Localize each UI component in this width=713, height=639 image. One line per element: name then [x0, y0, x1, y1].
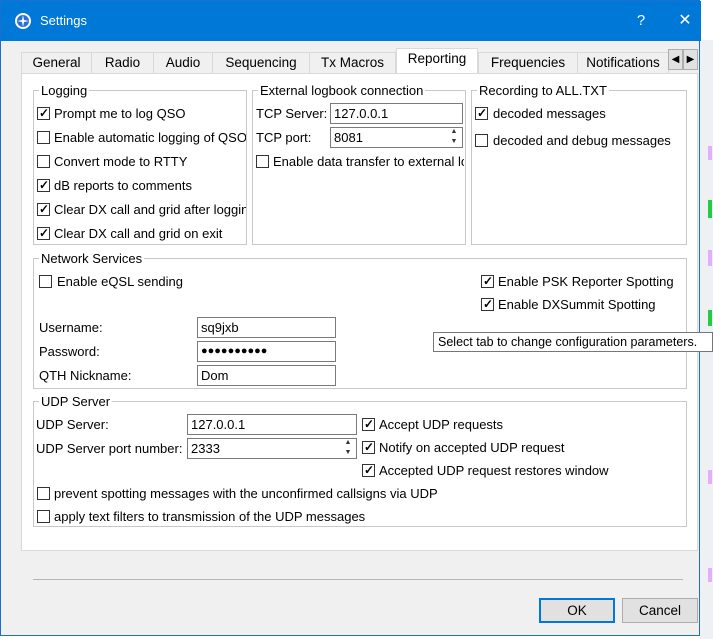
clear-dx-after-logging-label: Clear DX call and grid after logging: [54, 202, 246, 217]
background-mark: [708, 200, 712, 218]
tcp-port-label: TCP port:: [256, 130, 312, 145]
window-title: Settings: [40, 13, 87, 28]
password-label: Password:: [39, 344, 100, 359]
tcp-port-up-icon[interactable]: ▲: [446, 127, 462, 137]
udp-port-stepper[interactable]: ▲ ▼: [340, 438, 356, 459]
decoded-messages-checkbox[interactable]: ✓: [475, 106, 488, 120]
tab-notifications[interactable]: Notifications: [577, 52, 669, 73]
udp-server-input[interactable]: 127.0.0.1: [187, 414, 357, 435]
enable-data-transfer-label: Enable data transfer to external logbook: [273, 154, 464, 169]
username-input[interactable]: sq9jxb: [197, 317, 336, 338]
notify-udp-checkbox[interactable]: ✓: [362, 440, 375, 454]
logging-group-title: Logging: [39, 83, 90, 98]
udp-port-up-icon[interactable]: ▲: [340, 438, 356, 448]
clear-dx-after-logging-checkbox[interactable]: ✓: [37, 202, 50, 216]
udp-server-label: UDP Server:: [36, 417, 109, 432]
tab-tx-macros[interactable]: Tx Macros: [309, 52, 396, 73]
tab-general[interactable]: General: [21, 52, 92, 73]
tab-sequencing[interactable]: Sequencing: [212, 52, 310, 73]
prompt-log-qso-label: Prompt me to log QSO: [54, 106, 186, 121]
qth-nickname-label: QTH Nickname:: [39, 368, 132, 383]
convert-rtty-checkbox[interactable]: [37, 155, 50, 168]
dxsummit-label: Enable DXSummit Spotting: [498, 297, 656, 312]
apply-text-filters-checkbox[interactable]: [37, 510, 50, 523]
username-label: Username:: [39, 320, 103, 335]
password-input[interactable]: ●●●●●●●●●●: [197, 341, 336, 362]
tab-frequencies[interactable]: Frequencies: [478, 52, 578, 73]
prompt-log-qso-checkbox[interactable]: ✓: [37, 106, 50, 120]
udp-port-value: 2333: [191, 441, 220, 456]
restore-window-checkbox[interactable]: ✓: [362, 463, 375, 477]
settings-dialog: Settings ? ✕ General Radio Audio Sequenc…: [0, 0, 701, 636]
recording-group-title: Recording to ALL.TXT: [477, 83, 609, 98]
background-mark: [708, 568, 712, 582]
enable-eqsl-checkbox[interactable]: [39, 275, 52, 288]
accept-udp-label: Accept UDP requests: [379, 417, 504, 432]
ok-button[interactable]: OK: [539, 598, 615, 623]
prevent-spotting-checkbox[interactable]: [37, 487, 50, 500]
help-button[interactable]: ?: [621, 9, 661, 33]
app-icon: [15, 13, 31, 29]
tcp-server-input[interactable]: 127.0.0.1: [330, 103, 463, 124]
tab-scroll-left-button[interactable]: ◀: [668, 49, 683, 70]
decoded-debug-messages-checkbox[interactable]: [475, 134, 488, 147]
footer-separator: [33, 579, 683, 580]
psk-reporter-checkbox[interactable]: ✓: [481, 274, 494, 288]
tab-radio[interactable]: Radio: [91, 52, 154, 73]
enable-data-transfer-checkbox[interactable]: [256, 155, 269, 168]
tcp-port-value: 8081: [334, 130, 363, 145]
network-services-group-title: Network Services: [39, 251, 145, 266]
db-reports-checkbox[interactable]: ✓: [37, 178, 50, 192]
tab-audio[interactable]: Audio: [153, 52, 213, 73]
clear-dx-on-exit-checkbox[interactable]: ✓: [37, 226, 50, 240]
apply-text-filters-label: apply text filters to transmission of th…: [54, 509, 366, 524]
udp-server-group-title: UDP Server: [39, 394, 113, 409]
tcp-port-down-icon[interactable]: ▼: [446, 137, 462, 147]
restore-window-label: Accepted UDP request restores window: [379, 463, 609, 478]
notify-udp-label: Notify on accepted UDP request: [379, 440, 565, 455]
db-reports-label: dB reports to comments: [54, 178, 192, 193]
udp-port-input[interactable]: 2333: [187, 438, 357, 459]
prevent-spotting-label: prevent spotting messages with the uncon…: [54, 486, 438, 501]
accept-udp-checkbox[interactable]: ✓: [362, 417, 375, 431]
tab-reporting[interactable]: Reporting: [396, 48, 478, 73]
background-mark: [708, 470, 712, 484]
tcp-server-label: TCP Server:: [256, 106, 328, 121]
background-mark: [708, 310, 712, 326]
udp-port-label: UDP Server port number:: [36, 441, 183, 456]
clear-dx-on-exit-label: Clear DX call and grid on exit: [54, 226, 223, 241]
enable-eqsl-label: Enable eQSL sending: [57, 274, 184, 289]
udp-port-down-icon[interactable]: ▼: [340, 448, 356, 458]
cancel-button[interactable]: Cancel: [622, 598, 698, 623]
auto-logging-label: Enable automatic logging of QSO: [54, 130, 246, 145]
tcp-port-input[interactable]: 8081: [330, 127, 463, 148]
psk-reporter-label: Enable PSK Reporter Spotting: [498, 274, 674, 289]
tab-scroll-right-button[interactable]: ▶: [683, 49, 698, 70]
decoded-messages-label: decoded messages: [493, 106, 606, 121]
qth-nickname-input[interactable]: Dom: [197, 365, 336, 386]
decoded-debug-messages-label: decoded and debug messages: [493, 133, 671, 148]
convert-rtty-label: Convert mode to RTTY: [54, 154, 188, 169]
dxsummit-checkbox[interactable]: ✓: [481, 297, 494, 311]
background-mark: [708, 250, 712, 266]
background-mark: [708, 146, 712, 160]
tcp-port-stepper[interactable]: ▲ ▼: [446, 127, 462, 148]
tab-tooltip: Select tab to change configuration param…: [433, 332, 713, 352]
auto-logging-checkbox[interactable]: [37, 131, 50, 144]
external-logbook-group-title: External logbook connection: [258, 83, 426, 98]
close-button[interactable]: ✕: [665, 9, 705, 33]
title-bar[interactable]: Settings ? ✕: [1, 1, 701, 41]
